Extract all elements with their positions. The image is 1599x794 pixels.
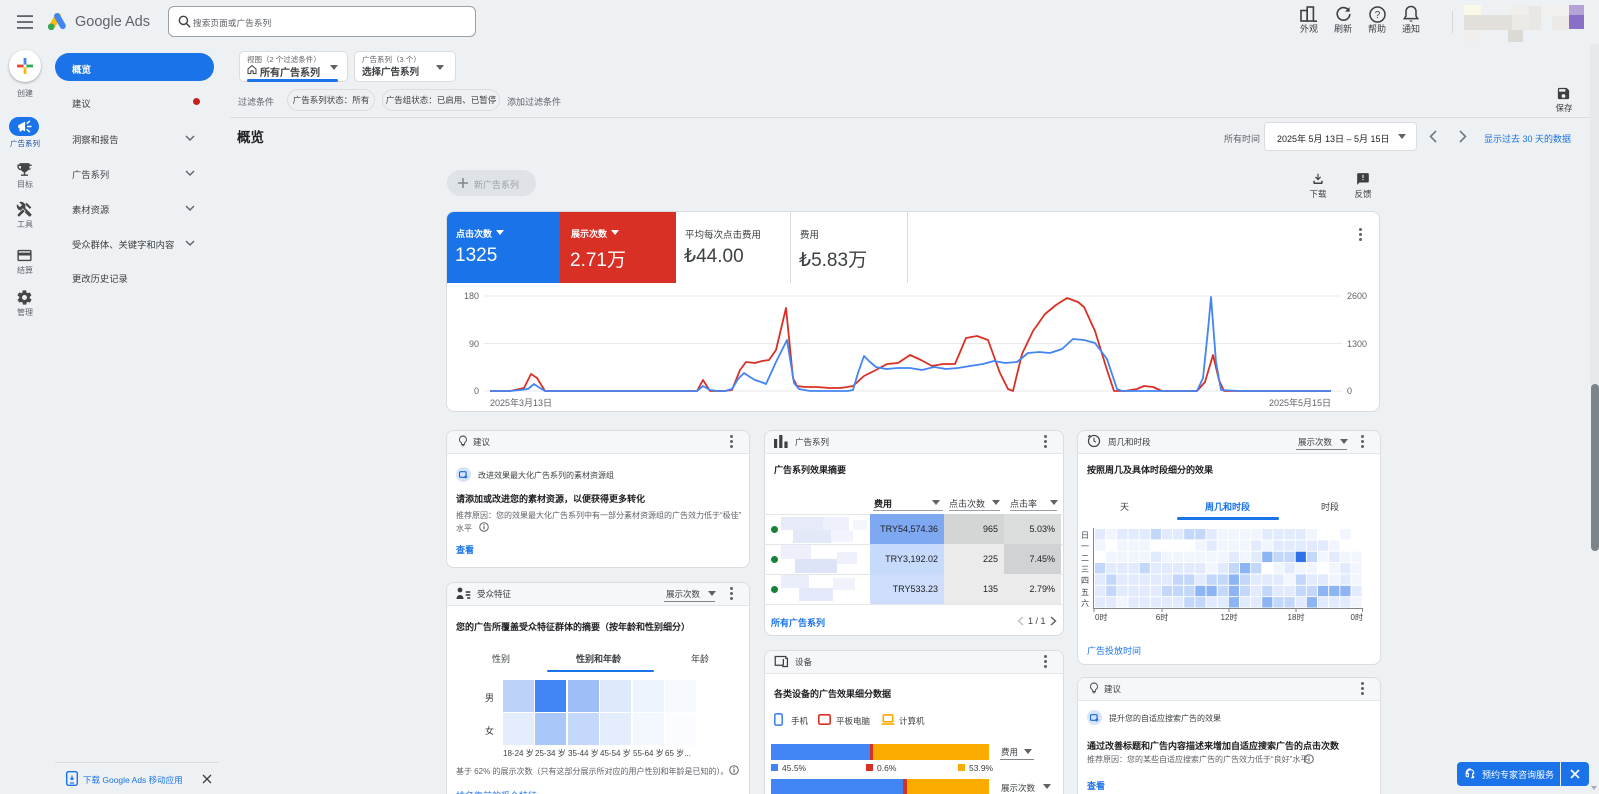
- svg-text:?: ?: [1375, 10, 1381, 21]
